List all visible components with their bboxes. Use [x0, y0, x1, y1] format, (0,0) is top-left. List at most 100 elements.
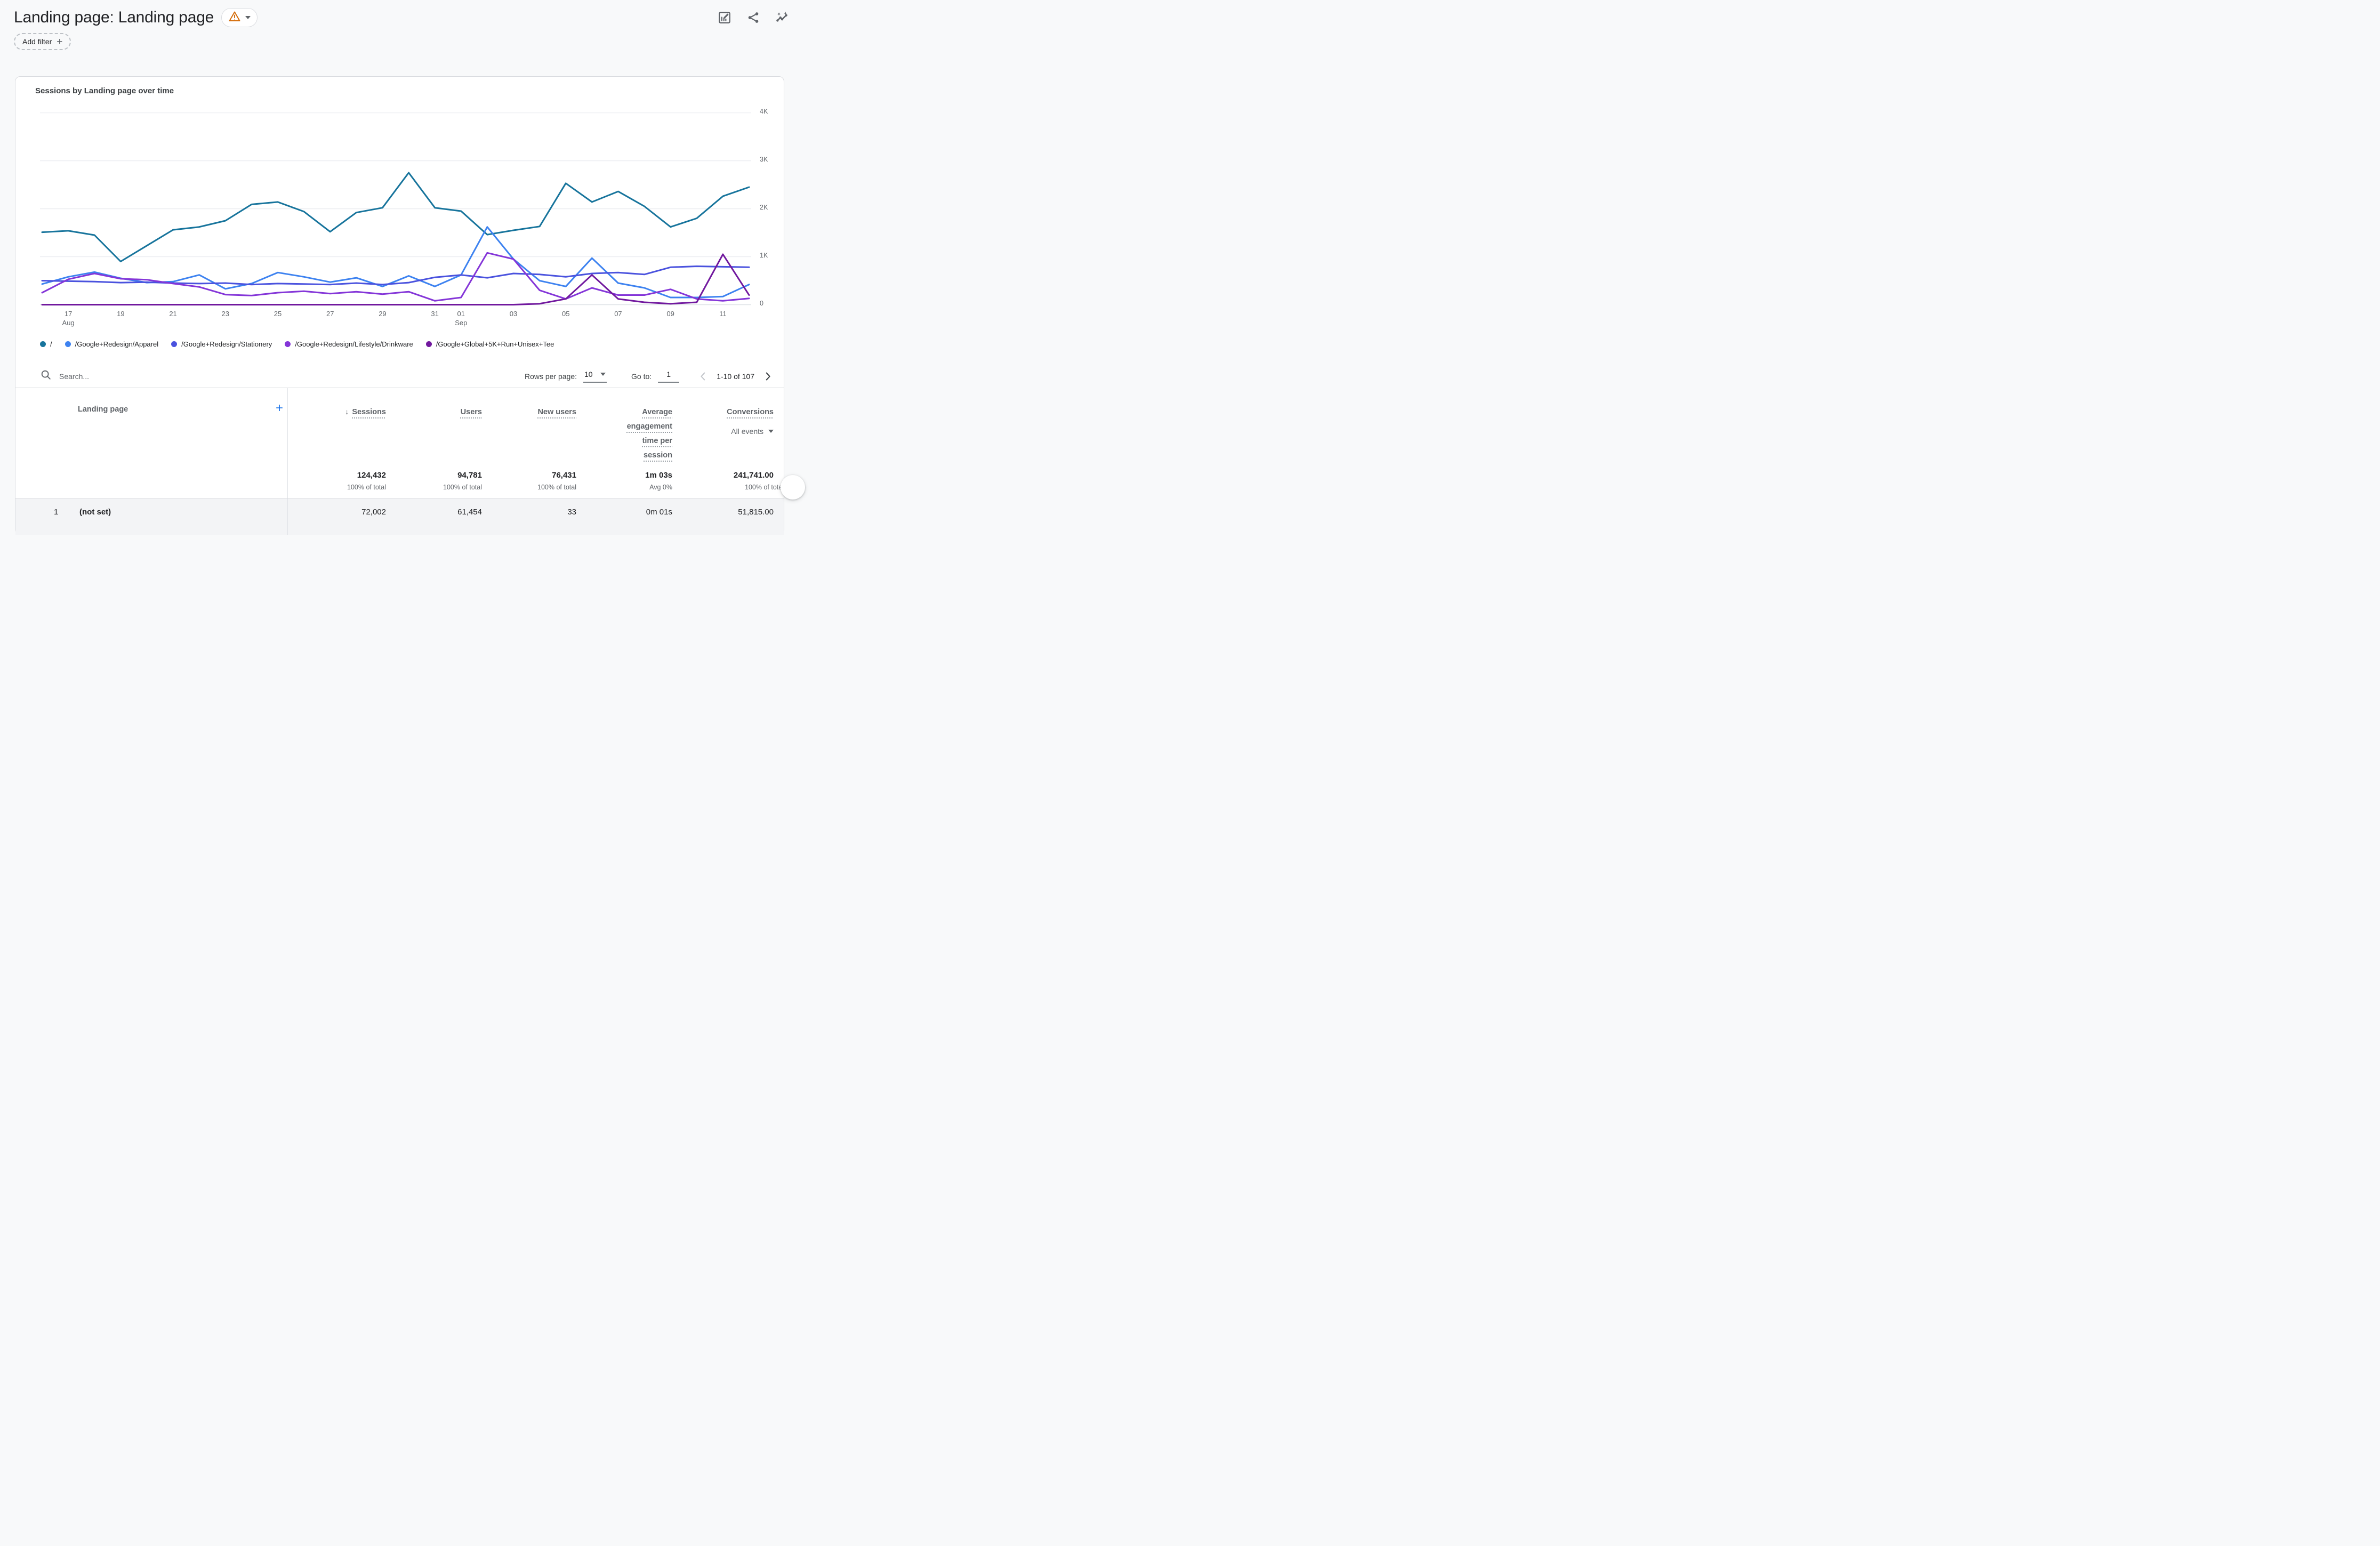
legend-item[interactable]: /Google+Global+5K+Run+Unisex+Tee [426, 340, 554, 348]
x-axis-label: 25 [261, 309, 295, 318]
totals-conversions-sub: 100% of total [672, 484, 784, 491]
row-avg-engagement: 0m 01s [576, 499, 672, 535]
insights-icon[interactable] [775, 11, 789, 25]
previous-page-icon[interactable] [697, 371, 709, 382]
x-axis-label: 23 [208, 309, 243, 318]
totals-new-users-sub: 100% of total [482, 484, 576, 491]
legend-label: /Google+Global+5K+Run+Unisex+Tee [436, 340, 554, 348]
totals-avg-engagement-sub: Avg 0% [576, 484, 672, 491]
data-quality-chip[interactable] [221, 8, 258, 27]
sessions-header[interactable]: ↓Sessions [288, 388, 386, 469]
conversions-filter-value: All events [731, 427, 763, 436]
table-controls: Rows per page: 10 Go to: 1 1-10 of 107 [15, 365, 784, 388]
report-toolbar [718, 11, 789, 25]
search-box [40, 369, 525, 383]
chevron-down-icon [245, 16, 251, 19]
legend-label: /Google+Redesign/Stationery [181, 340, 272, 348]
totals-dimension-cell [15, 469, 288, 498]
table-row[interactable]: 1 (not set) 72,002 61,454 33 0m 01s 51,8… [15, 499, 784, 535]
legend-item[interactable]: /Google+Redesign/Apparel [65, 340, 158, 348]
totals-sessions: 124,432 [288, 469, 386, 480]
go-to-input[interactable]: 1 [658, 370, 679, 383]
conversions-header[interactable]: Conversions All events [672, 388, 784, 469]
edit-report-icon[interactable] [718, 11, 731, 25]
page-title: Landing page: Landing page [14, 9, 214, 27]
legend-item[interactable]: / [40, 340, 52, 348]
share-icon[interactable] [746, 11, 760, 25]
series-line [42, 173, 749, 262]
legend-dot-icon [40, 341, 46, 347]
legend-item[interactable]: /Google+Redesign/Lifestyle/Drinkware [285, 340, 413, 348]
rows-per-page-label: Rows per page: [525, 372, 577, 381]
conversions-event-filter[interactable]: All events [672, 427, 774, 436]
x-axis-label: 05 [549, 309, 583, 318]
x-axis-label: 27 [313, 309, 347, 318]
row-sessions: 72,002 [288, 499, 386, 535]
row-conversions: 51,815.00 [672, 499, 784, 535]
chart-area: Sessions by Landing page over time 4K 3K 2… [15, 77, 784, 388]
totals-new-users: 76,431 [482, 469, 576, 480]
y-axis-label: 0 [760, 300, 783, 309]
warning-triangle-icon [228, 10, 241, 26]
legend-dot-icon [285, 341, 291, 347]
row-users: 61,454 [386, 499, 482, 535]
legend-dot-icon [65, 341, 71, 347]
y-axis-label: 1K [760, 252, 783, 261]
chart-title: Sessions by Landing page over time [35, 86, 174, 95]
x-axis-label: 09 [654, 309, 688, 318]
x-axis-label: 11 [706, 309, 740, 318]
totals-users: 94,781 [386, 469, 482, 480]
chart-legend: / /Google+Redesign/Apparel/Google+Redesig… [40, 340, 554, 348]
x-axis-label: 03 [496, 309, 530, 318]
y-axis-label: 2K [760, 204, 783, 213]
series-line [42, 253, 749, 301]
table-header-row: Landing page + ↓Sessions Users New users… [15, 388, 784, 469]
x-axis-label: 17Aug [51, 309, 85, 327]
totals-users-sub: 100% of total [386, 484, 482, 491]
dimension-header-cell: Landing page + [15, 388, 288, 469]
totals-sessions-sub: 100% of total [288, 484, 386, 491]
search-icon [40, 369, 52, 383]
series-line [42, 227, 749, 297]
totals-avg-engagement: 1m 03s [576, 469, 672, 480]
legend-dot-icon [426, 341, 432, 347]
legend-item[interactable]: /Google+Redesign/Stationery [171, 340, 272, 348]
go-to-label: Go to: [631, 372, 652, 381]
row-index: 1 [54, 508, 58, 517]
pagination-range: 1-10 of 107 [717, 372, 754, 381]
search-input[interactable] [59, 372, 219, 381]
rows-per-page-select[interactable]: 10 [583, 370, 607, 383]
rows-per-page-value: 10 [584, 370, 593, 379]
chevron-down-icon [768, 430, 774, 433]
totals-conversions: 241,741.00 [672, 469, 784, 480]
row-new-users: 33 [482, 499, 576, 535]
add-filter-button[interactable]: Add filter + [14, 33, 71, 50]
pager: 1-10 of 107 [697, 371, 774, 382]
new-users-header[interactable]: New users [482, 388, 576, 469]
x-axis-label: 07 [601, 309, 635, 318]
y-axis-label: 3K [760, 156, 783, 165]
legend-label: /Google+Redesign/Apparel [75, 340, 158, 348]
totals-row: 124,432 100% of total 94,781 100% of tot… [15, 469, 784, 498]
x-axis-label: 19 [103, 309, 138, 318]
scroll-right-button[interactable] [781, 475, 805, 500]
legend-label: / [50, 340, 52, 348]
add-filter-label: Add filter [22, 37, 52, 46]
y-axis-label: 4K [760, 108, 783, 117]
next-page-icon[interactable] [762, 371, 774, 382]
page-header: Landing page: Landing page [14, 5, 789, 30]
legend-dot-icon [171, 341, 177, 347]
x-axis-label: 21 [156, 309, 190, 318]
users-header[interactable]: Users [386, 388, 482, 469]
chevron-down-icon [600, 373, 606, 376]
sort-descending-icon: ↓ [345, 407, 349, 416]
row-dimension-cell: 1 (not set) [15, 499, 288, 535]
pagination-controls: Rows per page: 10 Go to: 1 1-10 of 107 [525, 370, 774, 383]
x-axis-label: 29 [365, 309, 399, 318]
dimension-header[interactable]: Landing page [78, 405, 128, 414]
legend-label: /Google+Redesign/Lifestyle/Drinkware [295, 340, 413, 348]
x-axis-label: 01Sep [444, 309, 478, 327]
plus-icon: + [57, 37, 62, 47]
avg-engagement-header[interactable]: Average engagement time per session [576, 388, 672, 469]
add-dimension-button[interactable]: + [276, 402, 283, 415]
